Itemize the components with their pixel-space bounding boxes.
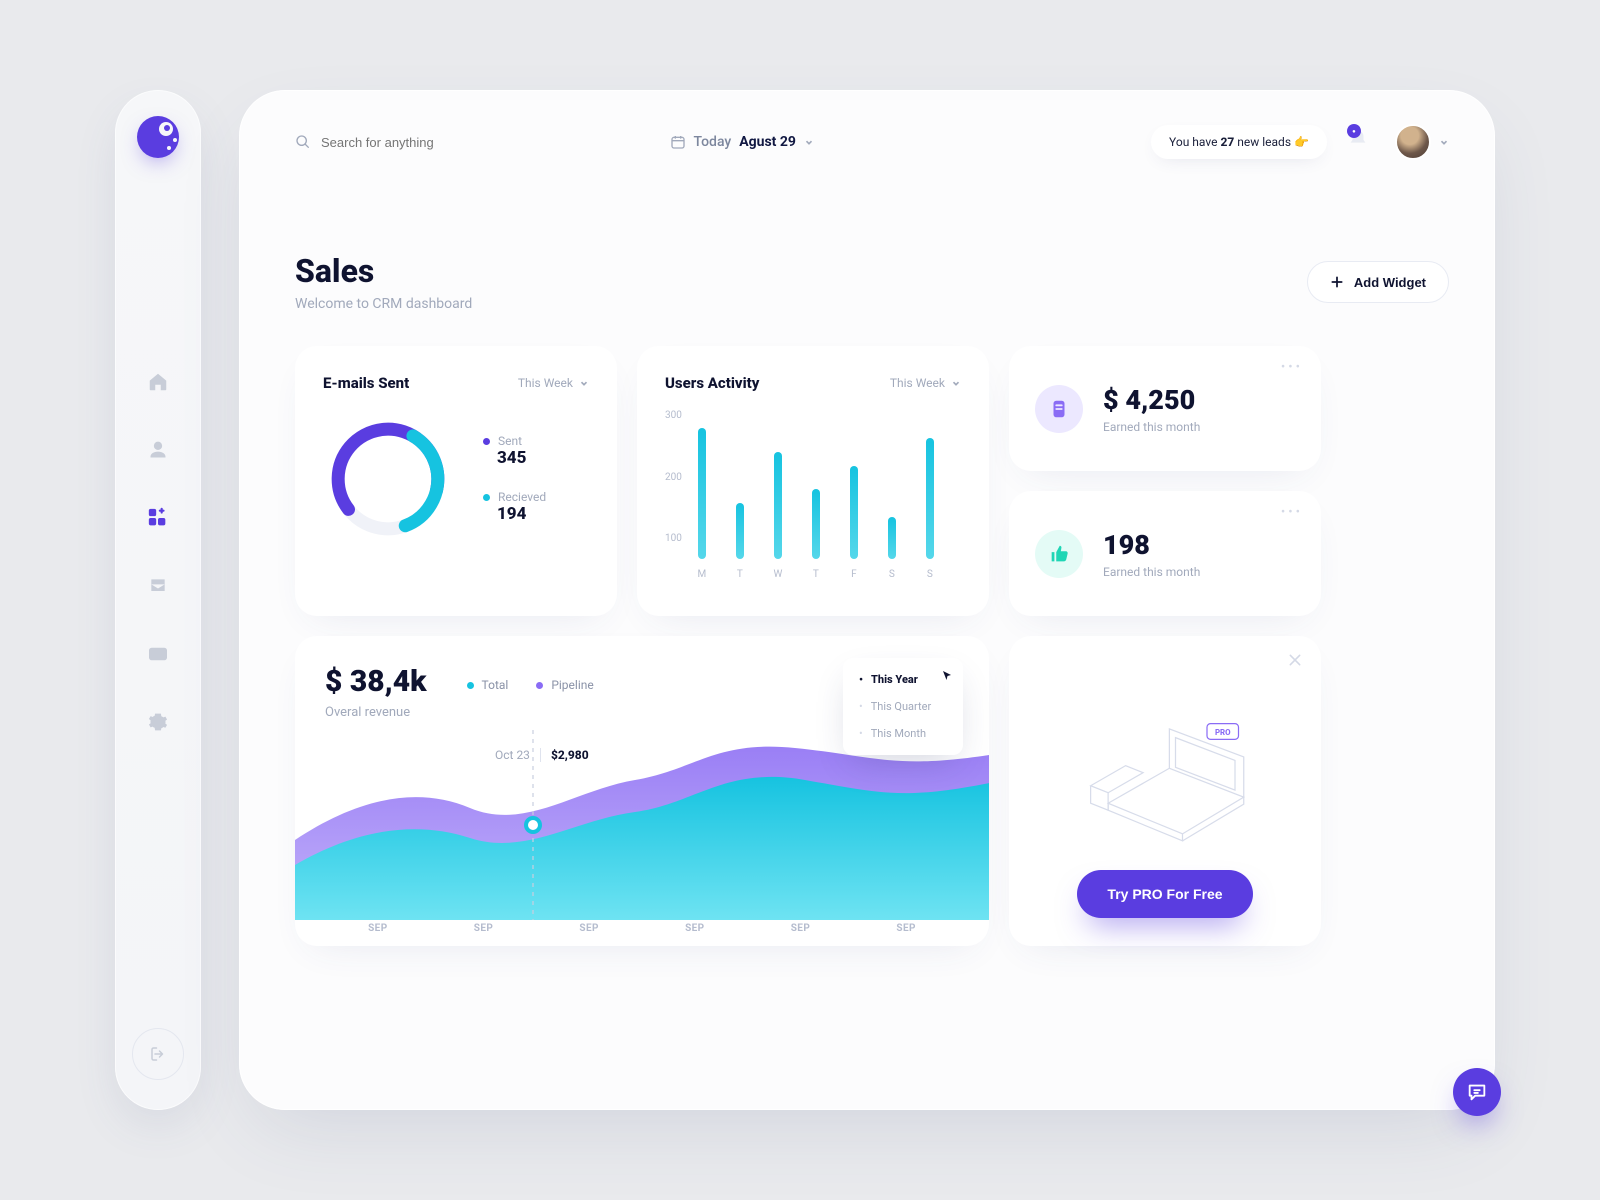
chat-icon <box>1466 1081 1488 1103</box>
leads-pill[interactable]: You have 27 new leads 👉 <box>1151 125 1327 159</box>
likes-card: ••• 198 Earned this month <box>1009 491 1321 616</box>
date-picker[interactable]: Today Agust 29 <box>670 134 814 150</box>
nav-settings[interactable] <box>144 708 172 736</box>
activity-period-select[interactable]: This Week <box>890 376 961 390</box>
main-panel: Today Agust 29 You have 27 new leads 👉 ● <box>239 90 1495 1110</box>
dot-icon <box>483 438 490 445</box>
search <box>295 134 501 150</box>
revenue-value: $ 38,4k <box>325 664 427 699</box>
earned-card: ••• $ 4,250 Earned this month <box>1009 346 1321 471</box>
bar-col: T <box>730 503 750 580</box>
cursor-icon <box>941 670 953 682</box>
dot-icon <box>467 682 474 689</box>
logout-button[interactable] <box>132 1028 184 1080</box>
calendar-icon <box>670 134 686 150</box>
notifications-icon[interactable]: ● <box>1347 128 1375 156</box>
pro-card: PRO Try PRO For Free <box>1009 636 1321 946</box>
chevron-down-icon <box>804 137 814 147</box>
bar-col: M <box>692 428 712 580</box>
activity-title: Users Activity <box>665 374 759 392</box>
nav-home[interactable] <box>144 368 172 396</box>
activity-yaxis: 300200100 <box>665 410 682 560</box>
search-icon <box>295 134 311 150</box>
nav-inbox[interactable] <box>144 572 172 600</box>
earned-value: $ 4,250 <box>1103 384 1200 416</box>
chevron-down-icon <box>951 378 961 388</box>
page-subtitle: Welcome to CRM dashboard <box>295 296 472 312</box>
receipt-icon <box>1035 385 1083 433</box>
emails-title: E-mails Sent <box>323 374 409 392</box>
revenue-area-chart <box>295 730 989 920</box>
bar-col: S <box>920 438 940 580</box>
chat-button[interactable] <box>1453 1068 1501 1116</box>
plus-icon <box>1330 275 1344 289</box>
laptop-illustration-icon: PRO <box>1060 702 1270 852</box>
user-menu[interactable] <box>1395 124 1449 160</box>
chevron-down-icon <box>579 378 589 388</box>
nav-apps[interactable] <box>144 504 172 532</box>
menu-this-quarter[interactable]: This Quarter <box>843 693 963 720</box>
svg-text:PRO: PRO <box>1215 728 1231 737</box>
emails-donut-chart <box>323 414 453 544</box>
bar-col: S <box>882 517 902 580</box>
emails-card: E-mails Sent This Week Sent 345 <box>295 346 617 616</box>
revenue-card: $ 38,4k Overal revenue Total Pipeline Th… <box>295 636 989 946</box>
earned-sub: Earned this month <box>1103 420 1200 434</box>
revenue-range-menu: This Year This Quarter This Month <box>843 658 963 755</box>
page-title: Sales <box>295 252 472 290</box>
avatar-icon <box>1395 124 1431 160</box>
chevron-down-icon <box>1439 137 1449 147</box>
bar-col: T <box>806 489 826 580</box>
try-pro-button[interactable]: Try PRO For Free <box>1077 870 1252 918</box>
card-menu-icon[interactable]: ••• <box>1281 505 1303 520</box>
sidebar <box>115 90 201 1110</box>
notification-badge: ● <box>1347 124 1361 138</box>
date-prefix: Today <box>694 134 732 150</box>
logo-icon <box>137 116 179 158</box>
nav-wallet[interactable] <box>144 640 172 668</box>
dot-icon <box>536 682 543 689</box>
revenue-xaxis: SEPSEPSEPSEPSEPSEP <box>325 923 959 934</box>
bar-col: W <box>768 452 788 580</box>
likes-value: 198 <box>1103 529 1200 561</box>
close-icon[interactable] <box>1287 652 1303 672</box>
revenue-subtitle: Overal revenue <box>325 705 427 720</box>
emails-sent-value: 345 <box>497 448 546 468</box>
activity-card: Users Activity This Week 300200100 MTWTF… <box>637 346 989 616</box>
thumbs-up-icon <box>1035 530 1083 578</box>
menu-this-month[interactable]: This Month <box>843 720 963 747</box>
emails-period-select[interactable]: This Week <box>518 376 589 390</box>
likes-sub: Earned this month <box>1103 565 1200 579</box>
dot-icon <box>483 494 490 501</box>
revenue-legend: Total Pipeline <box>467 678 594 692</box>
nav-user[interactable] <box>144 436 172 464</box>
add-widget-button[interactable]: Add Widget <box>1307 261 1449 303</box>
date-value: Agust 29 <box>739 134 796 150</box>
card-menu-icon[interactable]: ••• <box>1281 360 1303 375</box>
activity-bars: MTWTFSS <box>692 410 961 580</box>
search-input[interactable] <box>321 135 501 150</box>
bar-col: F <box>844 466 864 580</box>
emails-received-value: 194 <box>497 504 546 524</box>
